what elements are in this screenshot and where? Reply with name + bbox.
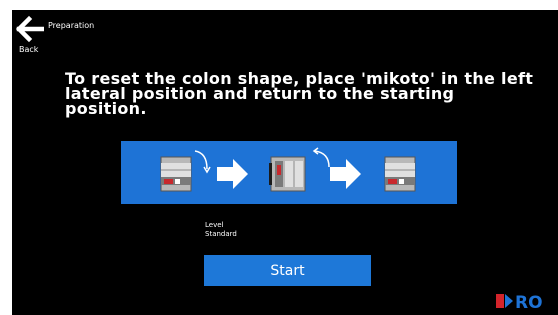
back-label: Back: [19, 45, 39, 54]
level-value: Standard: [205, 230, 237, 238]
simulator-start-position-image: [160, 156, 192, 192]
rotate-arrow-icon: [194, 150, 208, 170]
arrow-right-icon: [330, 159, 361, 189]
logo-text: RO: [515, 293, 543, 312]
back-button[interactable]: Back: [12, 10, 46, 56]
positioning-diagram: [121, 141, 457, 204]
arrow-left-icon: [16, 15, 44, 43]
diagram-graphic: [160, 147, 416, 192]
start-button[interactable]: Start: [204, 255, 371, 286]
page-title: Preparation: [48, 21, 95, 30]
level-label: Level: [205, 221, 224, 229]
instruction-text: To reset the colon shape, place 'mikoto'…: [65, 69, 534, 118]
brand-logo: RO: [496, 293, 543, 312]
simulator-left-lateral-image: [269, 156, 306, 192]
simulator-return-position-image: [384, 156, 416, 192]
screen: Back Preparation To reset the colon shap…: [12, 10, 558, 315]
arrow-right-icon: [217, 159, 248, 189]
